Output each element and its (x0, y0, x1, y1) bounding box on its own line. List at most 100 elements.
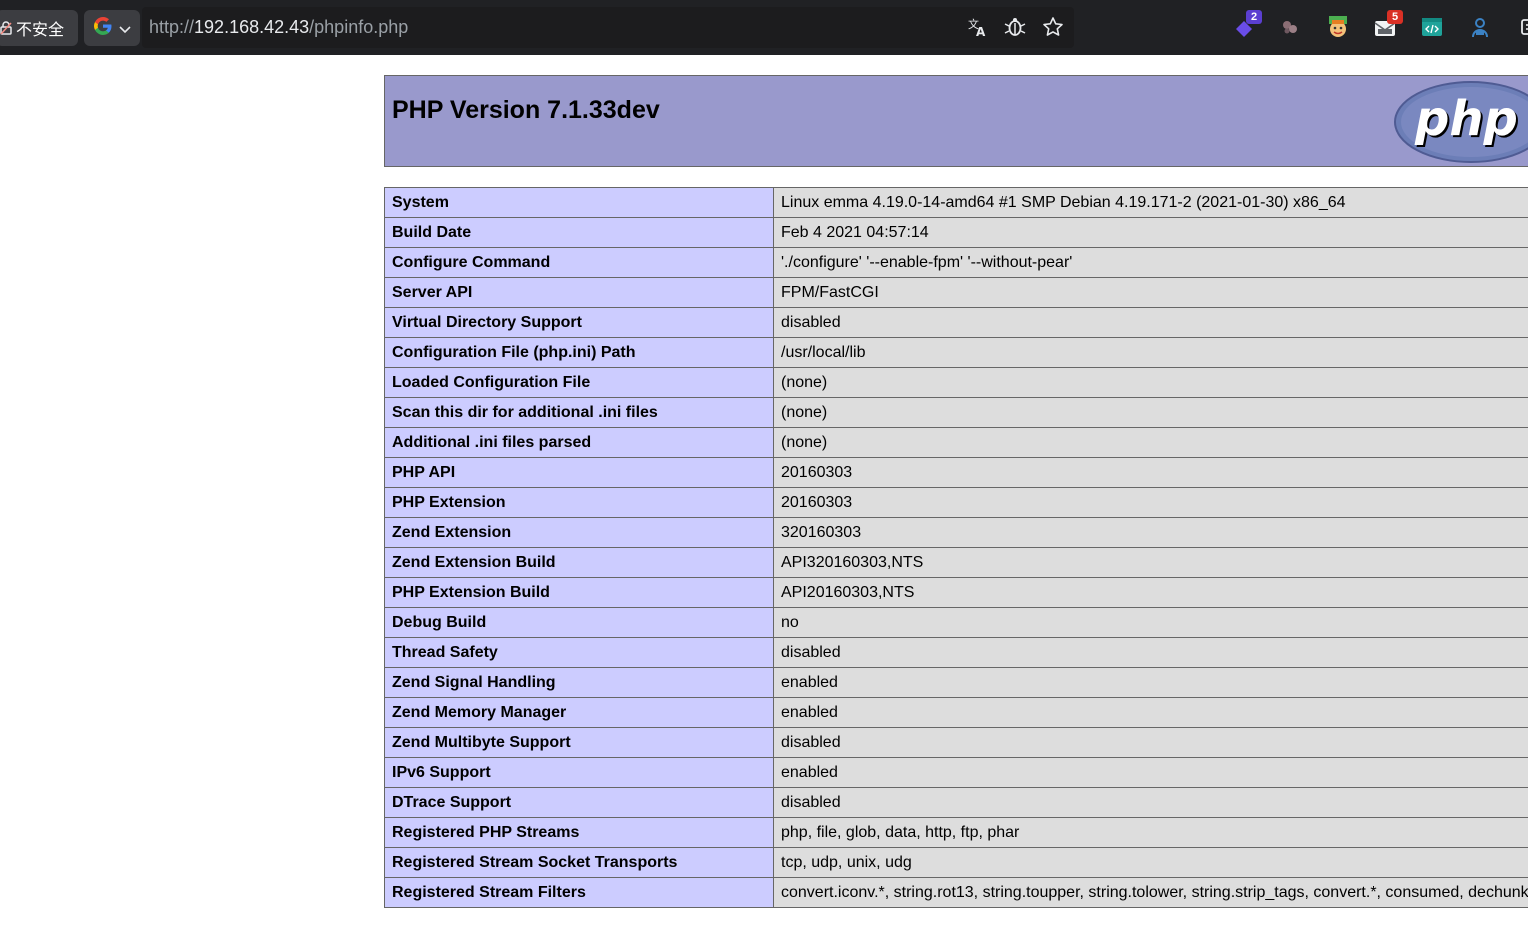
table-row: PHP Extension Build API20160303,NTS (384, 577, 1528, 608)
setting-label: Additional .ini files parsed (384, 427, 774, 458)
table-row: Registered PHP Streams php, file, glob, d… (384, 817, 1528, 848)
table-row: Scan this dir for additional .ini files(… (384, 397, 1528, 428)
setting-value: './configure' '--enable-fpm' '--without-… (773, 247, 1528, 278)
setting-label: DTrace Support (384, 787, 774, 818)
setting-value: 20160303 (773, 457, 1528, 488)
extension-character-icon[interactable] (1324, 12, 1352, 42)
setting-label: Server API (384, 277, 774, 308)
url-host: 192.168.42.43 (194, 17, 310, 37)
table-row: Zend Signal Handling enabled (384, 667, 1528, 698)
table-row: System Linux emma 4.19.0-14-amd64 #1 SMP … (384, 187, 1528, 218)
table-row: Loaded Configuration File (none) (384, 367, 1528, 398)
setting-label: Configure Command (384, 247, 774, 278)
setting-label: Configuration File (php.ini) Path (384, 337, 774, 368)
chevron-down-icon (119, 19, 131, 38)
setting-value: enabled (773, 667, 1528, 698)
setting-label: Zend Extension Build (384, 547, 774, 578)
setting-label: System (384, 187, 774, 218)
setting-value: disabled (773, 307, 1528, 338)
table-row: Zend Extension Build API320160303,NTS (384, 547, 1528, 578)
site-security-chip[interactable]: 不安全 (0, 10, 78, 46)
setting-value: (none) (773, 397, 1528, 428)
extension-purple-icon[interactable]: 2 (1230, 10, 1262, 42)
setting-label: Zend Multibyte Support (384, 727, 774, 758)
setting-value: Linux emma 4.19.0-14-amd64 #1 SMP Debian… (773, 187, 1528, 218)
url-path: /phpinfo.php (309, 17, 409, 37)
search-engine-selector[interactable] (84, 10, 140, 46)
setting-value: enabled (773, 697, 1528, 728)
table-row: DTrace Support disabled (384, 787, 1528, 818)
setting-label: Zend Extension (384, 517, 774, 548)
setting-label: Debug Build (384, 607, 774, 638)
table-row: Additional .ini files parsed (none) (384, 427, 1528, 458)
extension-code-icon[interactable] (1418, 12, 1446, 42)
setting-value: API320160303,NTS (773, 547, 1528, 578)
php-logo-text: php (1414, 91, 1518, 147)
setting-label: Build Date (384, 217, 774, 248)
setting-value: enabled (773, 757, 1528, 788)
setting-label: Registered Stream Socket Transports (384, 847, 774, 878)
not-secure-icon (0, 21, 12, 35)
setting-value: 20160303 (773, 487, 1528, 518)
table-row: Registered Stream Socket Transports tcp, … (384, 847, 1528, 878)
setting-value: Feb 4 2021 04:57:14 (773, 217, 1528, 248)
setting-label: Scan this dir for additional .ini files (384, 397, 774, 428)
setting-value: disabled (773, 637, 1528, 668)
reader-mode-icon[interactable] (1514, 12, 1528, 42)
table-row: Zend Extension 320160303 (384, 517, 1528, 548)
php-info-table: System Linux emma 4.19.0-14-amd64 #1 SMP … (384, 187, 1528, 908)
setting-value: /usr/local/lib (773, 337, 1528, 368)
setting-label: Virtual Directory Support (384, 307, 774, 338)
table-row: Configure Command './configure' '--enable… (384, 247, 1528, 278)
setting-value: API20160303,NTS (773, 577, 1528, 608)
table-row: Debug Build no (384, 607, 1528, 638)
table-row: Zend Multibyte Support disabled (384, 727, 1528, 758)
setting-label: Registered Stream Filters (384, 877, 774, 908)
setting-value: disabled (773, 727, 1528, 758)
extension-person-icon[interactable] (1466, 12, 1494, 42)
table-row: IPv6 Support enabled (384, 757, 1528, 788)
browser-toolbar: 不安全 http://192.168.42.43/phpinfo.php 文A … (0, 0, 1528, 55)
bug-icon[interactable] (1002, 14, 1028, 40)
php-version-header: PHP Version 7.1.33dev php php (384, 75, 1528, 167)
url-text[interactable]: http://192.168.42.43/phpinfo.php (149, 17, 408, 38)
setting-label: Registered PHP Streams (384, 817, 774, 848)
setting-label: Zend Memory Manager (384, 697, 774, 728)
table-row: Virtual Directory Support disabled (384, 307, 1528, 338)
page-title: PHP Version 7.1.33dev (392, 96, 660, 124)
setting-value: php, file, glob, data, http, ftp, phar (773, 817, 1528, 848)
table-row: PHP Extension 20160303 (384, 487, 1528, 518)
table-row: Thread Safety disabled (384, 637, 1528, 668)
table-row: Build Date Feb 4 2021 04:57:14 (384, 217, 1528, 248)
extension-mail-icon[interactable]: 5 (1371, 10, 1403, 42)
setting-value: (none) (773, 427, 1528, 458)
setting-value: tcp, udp, unix, udg (773, 847, 1528, 878)
extension-gray-icon[interactable] (1276, 12, 1304, 42)
setting-label: PHP API (384, 457, 774, 488)
php-logo[interactable]: php php (1393, 80, 1528, 168)
extension-badge: 2 (1246, 10, 1262, 24)
security-label: 不安全 (16, 20, 65, 39)
setting-value: FPM/FastCGI (773, 277, 1528, 308)
google-icon (93, 16, 113, 40)
setting-label: IPv6 Support (384, 757, 774, 788)
table-row: Zend Memory Manager enabled (384, 697, 1528, 728)
bookmark-star-icon[interactable] (1040, 14, 1066, 40)
setting-value: disabled (773, 787, 1528, 818)
svg-text:A: A (976, 25, 986, 38)
setting-value: no (773, 607, 1528, 638)
setting-label: Thread Safety (384, 637, 774, 668)
table-row: Registered Stream Filters convert.iconv.*… (384, 877, 1528, 908)
translate-icon[interactable]: 文A (965, 14, 991, 40)
extension-badge: 5 (1387, 10, 1403, 24)
setting-label: PHP Extension Build (384, 577, 774, 608)
setting-value: convert.iconv.*, string.rot13, string.to… (773, 877, 1528, 908)
setting-value: (none) (773, 367, 1528, 398)
url-scheme: http:// (149, 17, 195, 37)
setting-label: Zend Signal Handling (384, 667, 774, 698)
setting-value: 320160303 (773, 517, 1528, 548)
table-row: Configuration File (php.ini) Path/usr/lo… (384, 337, 1528, 368)
setting-label: PHP Extension (384, 487, 774, 518)
table-row: PHP API 20160303 (384, 457, 1528, 488)
setting-label: Loaded Configuration File (384, 367, 774, 398)
